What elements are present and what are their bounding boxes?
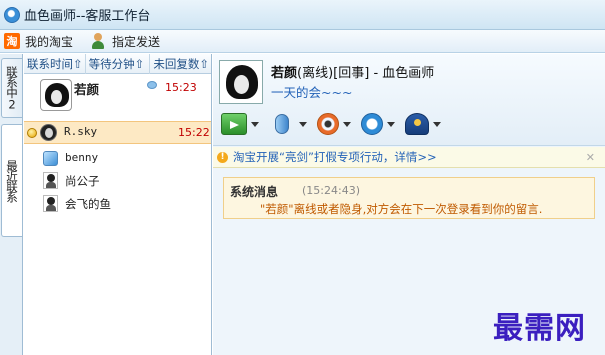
contact-name: 尚公子 bbox=[65, 174, 100, 188]
avatar-blue-icon bbox=[43, 151, 58, 166]
window-title: 血色画师--客服工作台 bbox=[24, 9, 151, 24]
contact-row-ruoyan[interactable]: 若颜 15:23 bbox=[24, 75, 211, 119]
taobao-icon: 淘 bbox=[4, 33, 20, 49]
avatar-person-icon bbox=[43, 195, 58, 212]
info-icon: ! bbox=[217, 151, 228, 163]
my-taobao-label: 我的淘宝 bbox=[25, 34, 74, 49]
chevron-down-icon[interactable] bbox=[251, 121, 259, 127]
message-bubble-icon bbox=[147, 81, 157, 89]
column-unreplied-count[interactable]: 未回复数⇧ bbox=[150, 54, 211, 74]
chat-signature: 一天的会~~~ bbox=[271, 85, 353, 100]
person-icon bbox=[89, 32, 107, 50]
contact-time: 15:22 bbox=[178, 126, 210, 139]
list-header: 联系时间⇧ 等待分钟⇧ 未回复数⇧ bbox=[24, 54, 211, 74]
column-wait-minutes[interactable]: 等待分钟⇧ bbox=[86, 54, 151, 74]
contact-row-benny[interactable]: benny bbox=[24, 148, 211, 170]
voice-button[interactable] bbox=[269, 114, 307, 134]
chat-contact-name: 若颜 bbox=[271, 66, 298, 81]
away-status-icon bbox=[27, 128, 37, 138]
avatar-dark-icon bbox=[40, 124, 57, 141]
chevron-down-icon[interactable] bbox=[299, 121, 307, 127]
contact-row-shanggongzi[interactable]: 尚公子 bbox=[24, 170, 211, 192]
contact-name: benny bbox=[65, 151, 99, 164]
close-icon[interactable]: ✕ bbox=[586, 151, 595, 164]
voice-mic-icon bbox=[275, 114, 289, 134]
column-contact-time[interactable]: 联系时间⇧ bbox=[24, 54, 86, 74]
contact-row-huifeideyu[interactable]: 会飞的鱼 bbox=[24, 193, 211, 217]
video-button[interactable] bbox=[317, 113, 351, 135]
tab-recent-contacts[interactable]: 最近联系 bbox=[1, 124, 22, 237]
chat-title-separator: - bbox=[369, 66, 383, 81]
assign-send-button[interactable]: 指定发送 bbox=[85, 31, 164, 51]
system-message-text: "若颜"离线或者隐身,对方会在下一次登录看到你的留言. bbox=[260, 202, 543, 216]
system-message-time: (15:24:43) bbox=[302, 184, 360, 197]
chat-contact-title: 若颜(离线)[回事] - 血色画师 bbox=[271, 62, 434, 81]
notice-link[interactable]: 淘宝开展“亮剑”打假专项行动，详情>> bbox=[233, 149, 437, 165]
file-transfer-icon bbox=[221, 113, 247, 135]
system-message-label: 系统消息 bbox=[230, 185, 279, 199]
avatar-person-icon bbox=[43, 172, 58, 189]
chevron-down-icon[interactable] bbox=[343, 121, 351, 127]
chat-shop-name: 血色画师 bbox=[382, 66, 435, 81]
notice-bar: ! 淘宝开展“亮剑”打假专项行动，详情>> ✕ bbox=[213, 147, 605, 168]
remote-screen-icon bbox=[361, 113, 383, 135]
assign-send-label: 指定发送 bbox=[112, 34, 161, 49]
chat-contact-status: (离线)[回事] bbox=[297, 66, 370, 81]
watermark-text: 最需网 bbox=[493, 311, 586, 346]
contact-row-rsky[interactable]: R.sky 15:22 bbox=[24, 121, 211, 144]
chat-header: 若颜(离线)[回事] - 血色画师 一天的会~~~ bbox=[213, 54, 605, 146]
contact-name: 若颜 bbox=[74, 82, 100, 97]
video-camera-icon bbox=[317, 113, 339, 135]
report-button[interactable] bbox=[405, 113, 441, 135]
my-taobao-button[interactable]: 淘 我的淘宝 bbox=[0, 31, 77, 51]
tab-contacting[interactable]: 联系中2 bbox=[1, 58, 22, 118]
chevron-down-icon[interactable] bbox=[387, 121, 395, 127]
app-logo-icon bbox=[4, 6, 20, 23]
contact-list: 联系时间⇧ 等待分钟⇧ 未回复数⇧ 若颜 15:23 R.sky 15:22 b… bbox=[24, 54, 212, 355]
remote-screen-button[interactable] bbox=[361, 113, 395, 135]
chevron-down-icon[interactable] bbox=[433, 121, 441, 127]
chat-avatar-icon[interactable] bbox=[219, 60, 263, 104]
chat-tools bbox=[221, 111, 451, 137]
report-police-icon bbox=[405, 113, 429, 135]
contact-time: 15:23 bbox=[165, 81, 197, 94]
system-message: 系统消息 (15:24:43) "若颜"离线或者隐身,对方会在下一次登录看到你的… bbox=[223, 177, 595, 219]
file-transfer-button[interactable] bbox=[221, 113, 259, 135]
toolbar: 淘 我的淘宝 指定发送 bbox=[0, 30, 605, 53]
contact-name: 会飞的鱼 bbox=[65, 197, 111, 211]
avatar-girl-icon bbox=[40, 79, 72, 111]
side-tabs: 联系中2 最近联系 bbox=[0, 54, 23, 355]
contact-name: R.sky bbox=[64, 125, 98, 138]
title-bar: 血色画师--客服工作台 bbox=[0, 0, 605, 30]
